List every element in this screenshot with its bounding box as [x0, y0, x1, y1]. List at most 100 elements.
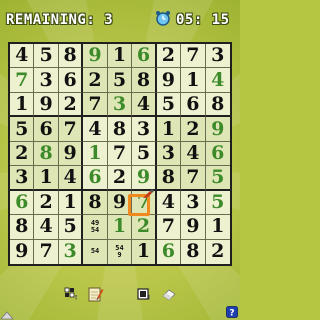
cell-r9-c9[interactable]: 2: [206, 240, 230, 264]
cell-r5-c2[interactable]: 8: [34, 141, 59, 167]
cell-r3-c3[interactable]: 2: [58, 92, 84, 118]
given-digit: 6: [63, 68, 77, 91]
cell-r1-c5[interactable]: 1: [107, 44, 133, 69]
cell-r1-c9[interactable]: 3: [205, 44, 230, 69]
cell-r9-c7[interactable]: 6: [157, 239, 182, 264]
given-digit: 9: [15, 240, 29, 263]
pencil-note: 54: [90, 247, 100, 256]
cell-r8-c9[interactable]: 1: [205, 215, 230, 240]
cell-r7-c3[interactable]: 1: [58, 190, 84, 216]
cell-r1-c4[interactable]: 9: [83, 44, 108, 69]
cell-r2-c6[interactable]: 8: [132, 68, 157, 93]
cell-r8-c6[interactable]: 2: [132, 215, 157, 240]
cell-r8-c4[interactable]: 49 54: [83, 215, 108, 240]
given-digit: 4: [39, 215, 53, 238]
cell-r4-c8[interactable]: 2: [181, 117, 206, 142]
cell-r6-c9[interactable]: 5: [205, 166, 230, 191]
cell-r8-c2[interactable]: 4: [34, 215, 59, 240]
cell-r2-c7[interactable]: 9: [156, 68, 182, 93]
cell-r9-c6[interactable]: 1: [132, 239, 157, 264]
cell-r4-c6[interactable]: 3: [132, 117, 157, 142]
cell-r5-c8[interactable]: 4: [181, 141, 206, 167]
cell-r5-c4[interactable]: 1: [83, 141, 108, 167]
given-digit: 4: [88, 117, 102, 140]
cell-r8-c8[interactable]: 9: [181, 215, 206, 240]
cell-r6-c7[interactable]: 8: [156, 166, 182, 191]
cell-r9-c3[interactable]: 3: [59, 239, 84, 264]
alarm-clock-icon: [156, 11, 170, 26]
cell-r5-c3[interactable]: 9: [58, 141, 84, 167]
cell-r3-c1[interactable]: 1: [10, 92, 35, 118]
cell-r1-c8[interactable]: 7: [181, 44, 206, 69]
left-softkey-icon[interactable]: [0, 310, 14, 320]
cell-r3-c9[interactable]: 8: [205, 93, 230, 118]
given-digit: 1: [39, 165, 53, 188]
cell-r6-c5[interactable]: 2: [107, 166, 133, 191]
cell-r2-c5[interactable]: 5: [107, 68, 133, 93]
cell-r1-c6[interactable]: 6: [132, 44, 157, 69]
cell-r3-c5[interactable]: 3: [107, 92, 133, 118]
cell-r3-c7[interactable]: 5: [156, 92, 182, 118]
cell-r6-c1[interactable]: 3: [10, 166, 35, 191]
given-digit: 9: [63, 141, 77, 164]
cell-r6-c2[interactable]: 1: [34, 165, 59, 191]
cell-r5-c9[interactable]: 6: [205, 141, 230, 167]
grid-toggle-button[interactable]: :: [64, 286, 80, 302]
cell-r9-c8[interactable]: 8: [181, 239, 206, 264]
cell-r6-c8[interactable]: 7: [181, 166, 206, 191]
cell-r5-c5[interactable]: 7: [107, 141, 133, 167]
cell-r3-c6[interactable]: 4: [132, 92, 157, 118]
cell-r2-c1[interactable]: 7: [10, 68, 35, 93]
cell-r8-c3[interactable]: 5: [58, 215, 84, 240]
cell-r4-c1[interactable]: 5: [10, 117, 35, 142]
remaining-counter: REMAINING: 3: [6, 12, 114, 28]
cell-r9-c5[interactable]: 54 9: [107, 239, 133, 264]
cell-r2-c2[interactable]: 3: [34, 68, 59, 93]
cell-r3-c4[interactable]: 7: [83, 92, 108, 118]
cell-r4-c3[interactable]: 7: [58, 117, 84, 142]
cell-r8-c5[interactable]: 1: [107, 215, 133, 240]
cell-r4-c2[interactable]: 6: [34, 117, 59, 142]
given-digit: 4: [161, 190, 175, 213]
given-digit: 8: [186, 240, 200, 263]
cell-r7-c2[interactable]: 2: [34, 190, 59, 216]
cell-r7-c4[interactable]: 8: [83, 190, 108, 216]
given-digit: 3: [161, 141, 175, 164]
cell-r3-c2[interactable]: 9: [34, 92, 59, 118]
cell-r1-c2[interactable]: 5: [34, 44, 59, 69]
pencil-cursor-icon: [143, 189, 154, 198]
cell-r7-c9[interactable]: 5: [205, 190, 230, 216]
cell-r6-c3[interactable]: 4: [58, 166, 84, 191]
cell-r4-c4[interactable]: 4: [83, 117, 108, 142]
cell-r2-c4[interactable]: 2: [83, 68, 108, 93]
cell-r3-c8[interactable]: 6: [181, 92, 206, 118]
cell-r1-c1[interactable]: 4: [10, 44, 35, 69]
cell-r1-c3[interactable]: 8: [58, 44, 84, 69]
pencil-notes-button[interactable]: [88, 286, 104, 302]
eraser-button[interactable]: [161, 286, 177, 302]
cell-r2-c9[interactable]: 4: [205, 68, 230, 93]
cell-r8-c1[interactable]: 8: [10, 215, 35, 240]
cell-r4-c7[interactable]: 1: [156, 117, 182, 142]
sudoku-board[interactable]: 4589162737362589141927345685674831292891…: [8, 42, 232, 266]
cell-r6-c6[interactable]: 9: [132, 166, 157, 191]
dots-button[interactable]: :: [137, 286, 151, 302]
cell-r4-c9[interactable]: 9: [205, 117, 230, 142]
cell-r5-c6[interactable]: 5: [132, 141, 157, 167]
entered-digit: 5: [211, 190, 225, 213]
cell-r5-c1[interactable]: 2: [10, 141, 35, 167]
cell-r9-c2[interactable]: 7: [34, 239, 59, 264]
cell-r5-c7[interactable]: 3: [156, 141, 182, 167]
cell-r9-c1[interactable]: 9: [10, 239, 35, 264]
cell-r8-c7[interactable]: 7: [156, 215, 182, 240]
cell-r4-c5[interactable]: 8: [107, 117, 133, 142]
cell-r1-c7[interactable]: 2: [156, 44, 182, 69]
cell-r2-c8[interactable]: 1: [181, 68, 206, 93]
help-softkey-icon[interactable]: ?: [226, 306, 238, 318]
cell-r2-c3[interactable]: 6: [58, 68, 84, 93]
cell-r7-c7[interactable]: 4: [156, 190, 182, 216]
cell-r7-c8[interactable]: 3: [181, 190, 206, 216]
cell-r9-c4[interactable]: 54: [83, 239, 108, 264]
cell-r7-c1[interactable]: 6: [10, 190, 35, 216]
cell-r6-c4[interactable]: 6: [83, 166, 108, 191]
